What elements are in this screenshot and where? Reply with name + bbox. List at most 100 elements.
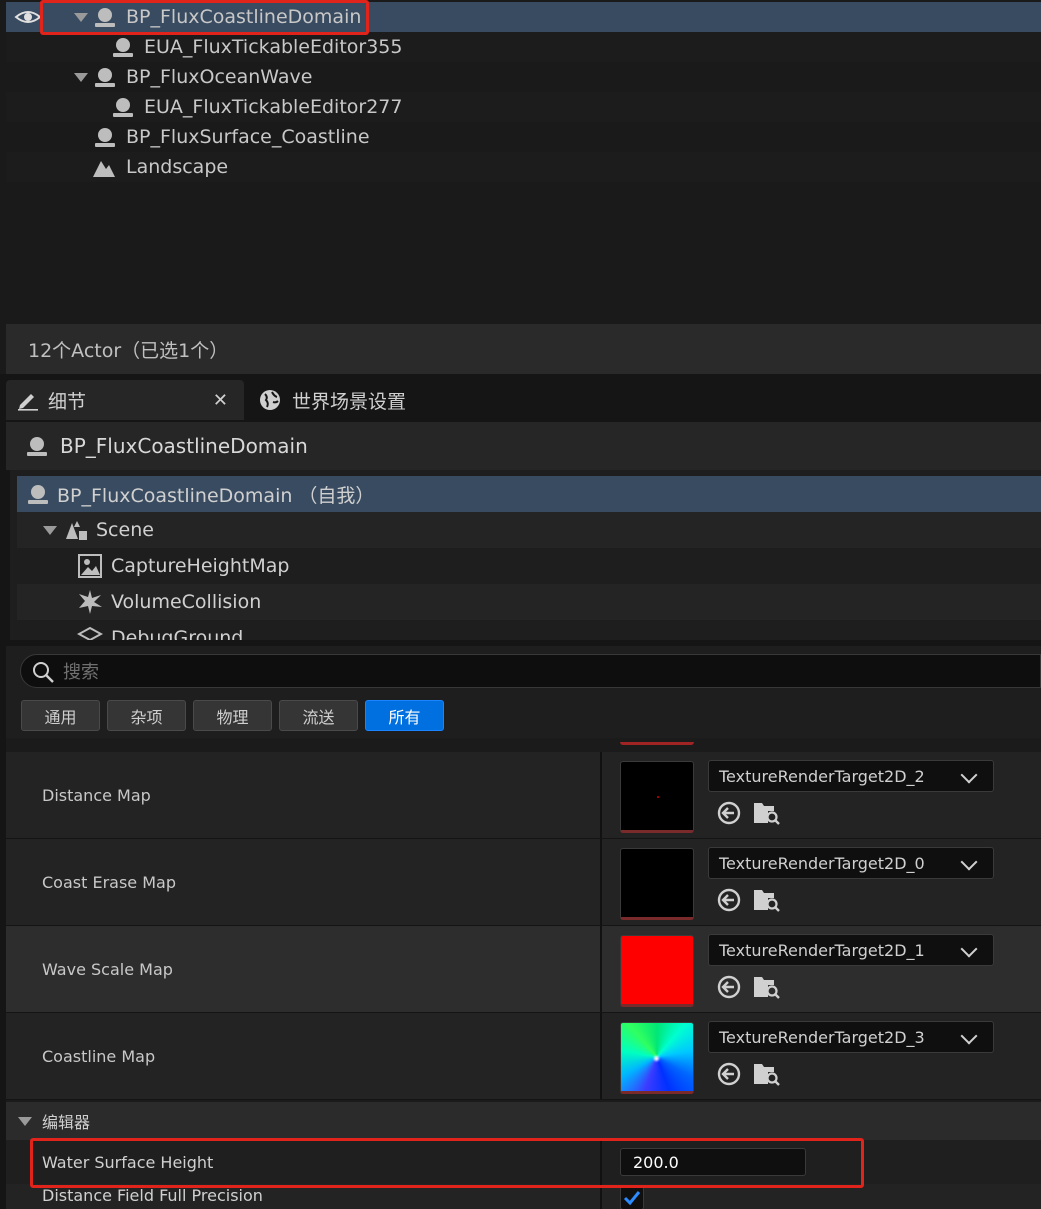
texture-thumbnail[interactable] <box>620 935 694 1007</box>
distance-field-checkbox[interactable] <box>620 1186 644 1209</box>
visibility-eye-icon[interactable] <box>14 6 42 28</box>
component-label: CaptureHeightMap <box>111 555 290 577</box>
property-list: Distance Map TextureRenderTarget2D_2 Coa… <box>6 738 1041 1209</box>
component-label: DebugGround <box>111 627 244 640</box>
asset-picker-dropdown[interactable]: TextureRenderTarget2D_0 <box>708 847 994 879</box>
texture-thumbnail[interactable] <box>620 761 694 833</box>
selected-actor-name: BP_FluxCoastlineDomain <box>60 434 308 458</box>
actor-icon <box>27 437 47 456</box>
property-row-distance-field-full-precision: Distance Field Full Precision <box>6 1184 1041 1209</box>
property-name: Wave Scale Map <box>42 960 173 979</box>
category-label: 编辑器 <box>42 1113 91 1132</box>
column-splitter[interactable] <box>600 752 602 838</box>
tab-label: 世界场景设置 <box>292 390 407 413</box>
chevron-down-icon <box>960 766 978 784</box>
outliner-row-surface-coastline[interactable]: BP_FluxSurface_Coastline <box>6 122 1041 152</box>
use-selected-asset-icon[interactable] <box>716 1061 742 1087</box>
browse-asset-icon[interactable] <box>752 799 780 827</box>
column-splitter[interactable] <box>600 839 602 925</box>
outliner-row-tickable-355[interactable]: EUA_FluxTickableEditor355 <box>6 32 1041 62</box>
column-splitter[interactable] <box>600 926 602 1012</box>
mesh-icon <box>77 626 103 640</box>
property-row-coastline-map: Coastline Map TextureRenderTarget2D_3 <box>6 1013 1041 1100</box>
search-icon <box>33 662 54 683</box>
input-value: 200.0 <box>633 1152 679 1172</box>
outliner-row-coastline-domain[interactable]: BP_FluxCoastlineDomain <box>6 2 1041 32</box>
water-surface-height-input[interactable]: 200.0 <box>620 1148 806 1176</box>
search-input[interactable]: 搜索 <box>20 654 1041 688</box>
collision-icon <box>79 590 102 614</box>
component-row-volume-collision[interactable]: VolumeCollision <box>17 584 1041 620</box>
search-placeholder: 搜索 <box>63 662 99 683</box>
previous-thumbnail-edge <box>620 738 694 745</box>
chevron-down-icon <box>960 1027 978 1045</box>
outliner-item-label: EUA_FluxTickableEditor355 <box>144 36 403 58</box>
selected-actor-header: BP_FluxCoastlineDomain <box>6 422 1041 470</box>
browse-asset-icon[interactable] <box>752 973 780 1001</box>
outliner-row-tickable-277[interactable]: EUA_FluxTickableEditor277 <box>6 92 1041 122</box>
actor-icon <box>113 38 133 57</box>
filter-misc-button[interactable]: 杂项 <box>107 700 186 731</box>
details-search-row: 搜索 <box>6 646 1041 694</box>
filter-common-button[interactable]: 通用 <box>21 700 100 731</box>
outliner-item-label: BP_FluxOceanWave <box>126 66 313 88</box>
close-icon[interactable]: ✕ <box>213 390 228 411</box>
component-label: BP_FluxCoastlineDomain （自我） <box>57 484 375 507</box>
component-row-self[interactable]: BP_FluxCoastlineDomain （自我） <box>17 476 1041 512</box>
property-row-water-surface-height: Water Surface Height 200.0 <box>6 1140 1041 1184</box>
property-name: Distance Field Full Precision <box>42 1185 263 1205</box>
filter-all-button[interactable]: 所有 <box>365 700 444 731</box>
component-tree: BP_FluxCoastlineDomain （自我） Scene Captur… <box>10 470 1041 640</box>
asset-picker-dropdown[interactable]: TextureRenderTarget2D_2 <box>708 760 994 792</box>
expand-arrow-icon[interactable] <box>43 526 57 535</box>
column-splitter[interactable] <box>600 1013 602 1099</box>
component-label: VolumeCollision <box>111 591 262 613</box>
component-row-capture-heightmap[interactable]: CaptureHeightMap <box>17 548 1041 584</box>
outliner-item-label: BP_FluxCoastlineDomain <box>126 6 362 28</box>
outliner-item-label: EUA_FluxTickableEditor277 <box>144 96 403 118</box>
outliner-empty-area <box>6 182 1041 324</box>
use-selected-asset-icon[interactable] <box>716 800 742 826</box>
asset-picker-dropdown[interactable]: TextureRenderTarget2D_1 <box>708 934 994 966</box>
actor-icon <box>95 8 115 27</box>
component-row-debug-ground[interactable]: DebugGround <box>17 620 1041 640</box>
filter-physics-button[interactable]: 物理 <box>193 700 272 731</box>
browse-asset-icon[interactable] <box>752 886 780 914</box>
asset-name: TextureRenderTarget2D_1 <box>719 940 925 960</box>
actor-icon <box>113 98 133 117</box>
chevron-down-icon <box>960 940 978 958</box>
details-tabbar: 细节 ✕ 世界场景设置 <box>0 374 1041 422</box>
expand-arrow-icon[interactable] <box>74 13 88 22</box>
use-selected-asset-icon[interactable] <box>716 974 742 1000</box>
collapse-arrow-icon[interactable] <box>18 1117 32 1126</box>
expand-arrow-icon[interactable] <box>74 73 88 82</box>
filter-streaming-button[interactable]: 流送 <box>279 700 358 731</box>
component-row-scene[interactable]: Scene <box>17 512 1041 548</box>
column-splitter[interactable] <box>600 1140 602 1184</box>
tab-world-settings[interactable]: 世界场景设置 <box>252 380 492 420</box>
tab-details[interactable]: 细节 ✕ <box>6 380 244 420</box>
texture-thumbnail[interactable] <box>620 848 694 920</box>
outliner-row-landscape[interactable]: Landscape <box>6 152 1041 182</box>
asset-picker-dropdown[interactable]: TextureRenderTarget2D_3 <box>708 1021 994 1053</box>
outliner-row-ocean-wave[interactable]: BP_FluxOceanWave <box>6 62 1041 92</box>
chevron-down-icon <box>960 853 978 871</box>
asset-name: TextureRenderTarget2D_3 <box>719 1027 925 1047</box>
details-panel: 细节 ✕ 世界场景设置 BP_FluxCoastlineDomain BP_Fl… <box>0 374 1041 1209</box>
category-editor[interactable]: 编辑器 <box>6 1102 1041 1140</box>
globe-icon <box>260 390 280 410</box>
property-row-coast-erase-map: Coast Erase Map TextureRenderTarget2D_0 <box>6 839 1041 926</box>
scene-icon <box>66 521 87 540</box>
texture-thumbnail[interactable] <box>620 1022 694 1094</box>
property-name: Coastline Map <box>42 1047 156 1066</box>
property-row-distance-map: Distance Map TextureRenderTarget2D_2 <box>6 752 1041 839</box>
use-selected-asset-icon[interactable] <box>716 887 742 913</box>
capture-icon <box>78 554 102 578</box>
column-splitter[interactable] <box>600 1184 602 1209</box>
property-name: Water Surface Height <box>42 1152 214 1172</box>
actor-icon <box>95 128 115 147</box>
actor-icon <box>95 68 115 87</box>
browse-asset-icon[interactable] <box>752 1060 780 1088</box>
property-row-wave-scale-map: Wave Scale Map TextureRenderTarget2D_1 <box>6 926 1041 1013</box>
world-outliner: BP_FluxCoastlineDomain EUA_FluxTickableE… <box>0 0 1041 374</box>
